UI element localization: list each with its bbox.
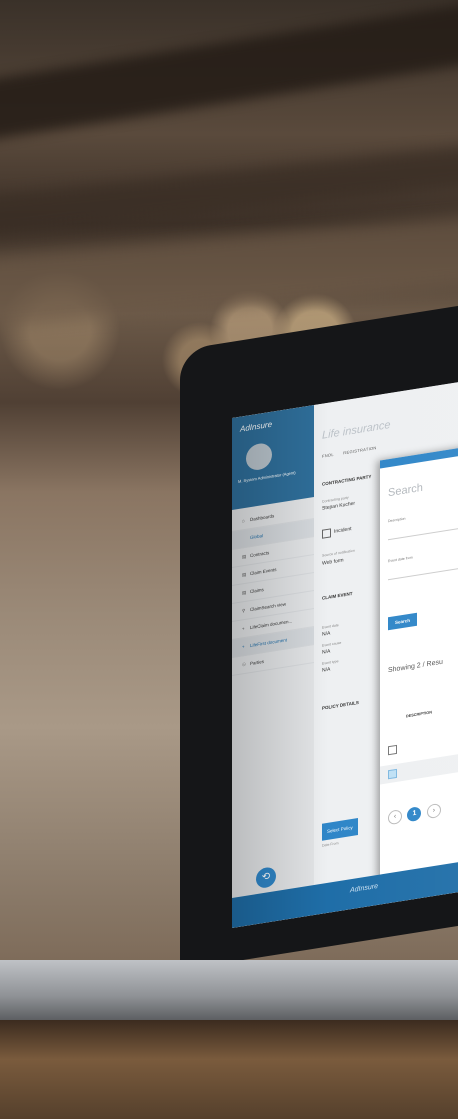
- date-from-label: Date From: [322, 841, 339, 848]
- event-date-from-input[interactable]: [388, 546, 458, 581]
- laptop-screen: AdInsure M. System Administrator (Agent)…: [232, 379, 458, 928]
- next-page-button[interactable]: ›: [426, 802, 441, 819]
- search-button[interactable]: Search: [388, 612, 418, 631]
- modal-title: Search: [388, 481, 423, 500]
- policy-details-heading: POLICY DETAILS: [322, 699, 359, 711]
- document-icon: ▤: [242, 571, 247, 578]
- tab-fnol[interactable]: FNOL: [322, 452, 334, 459]
- plus-icon: +: [242, 625, 245, 632]
- pagination: ‹ 1 ›: [388, 801, 442, 828]
- laptop-base: [0, 960, 458, 1020]
- history-icon[interactable]: ⟲: [256, 866, 276, 890]
- prev-page-button[interactable]: ‹: [388, 808, 402, 826]
- source-label: Source of notification: [322, 548, 355, 558]
- select-policy-button[interactable]: Select Policy: [322, 818, 358, 841]
- claim-event-heading: CLAIM EVENT: [322, 590, 353, 601]
- table-row[interactable]: [380, 722, 458, 761]
- sidebar-header: AdInsure M. System Administrator (Agent): [232, 405, 314, 510]
- document-icon: ▤: [242, 589, 247, 596]
- sidebar-menu: ⌂ Dashboards Global ▤ Contracts ▤ Claim Eve…: [232, 497, 314, 680]
- people-icon: ⚇: [242, 661, 247, 668]
- event-type-label: Event type: [322, 659, 339, 666]
- event-date-label: Event date: [322, 623, 339, 630]
- app-logo[interactable]: AdInsure: [240, 420, 272, 434]
- table-surface: [0, 1020, 458, 1119]
- event-date-value: N/A: [322, 630, 331, 638]
- column-header-description[interactable]: DESCRIPTION: [406, 710, 432, 718]
- incident-label: Incident: [334, 526, 352, 535]
- home-icon: ⌂: [242, 517, 245, 524]
- search-modal: Search Description Event date from Searc…: [380, 439, 458, 881]
- avatar[interactable]: [246, 441, 272, 472]
- tab-bar: FNOL REGISTRATION: [322, 444, 385, 459]
- page-title: Life insurance: [322, 418, 391, 442]
- incident-checkbox[interactable]: [322, 528, 331, 539]
- source-field[interactable]: Web form: [322, 557, 344, 566]
- plus-icon: +: [242, 643, 245, 650]
- search-icon: ⚲: [242, 607, 246, 614]
- row-checkbox[interactable]: [388, 744, 397, 756]
- tab-registration[interactable]: REGISTRATION: [343, 445, 376, 455]
- description-input[interactable]: [388, 506, 458, 541]
- row-checkbox[interactable]: [388, 768, 397, 780]
- page-1-button[interactable]: 1: [407, 805, 422, 822]
- event-cause-label: Event cause: [322, 640, 342, 648]
- event-cause-value: N/A: [322, 648, 331, 656]
- contracting-party-heading: CONTRACTING PARTY: [322, 473, 372, 487]
- user-name[interactable]: M. System Administrator (Agent): [238, 467, 312, 485]
- sidebar: AdInsure M. System Administrator (Agent)…: [232, 404, 315, 928]
- document-icon: ▤: [242, 553, 247, 560]
- footer-brand: AdInsure: [350, 882, 379, 895]
- results-count: Showing 2 / Resu: [388, 658, 443, 675]
- event-type-value: N/A: [322, 666, 331, 674]
